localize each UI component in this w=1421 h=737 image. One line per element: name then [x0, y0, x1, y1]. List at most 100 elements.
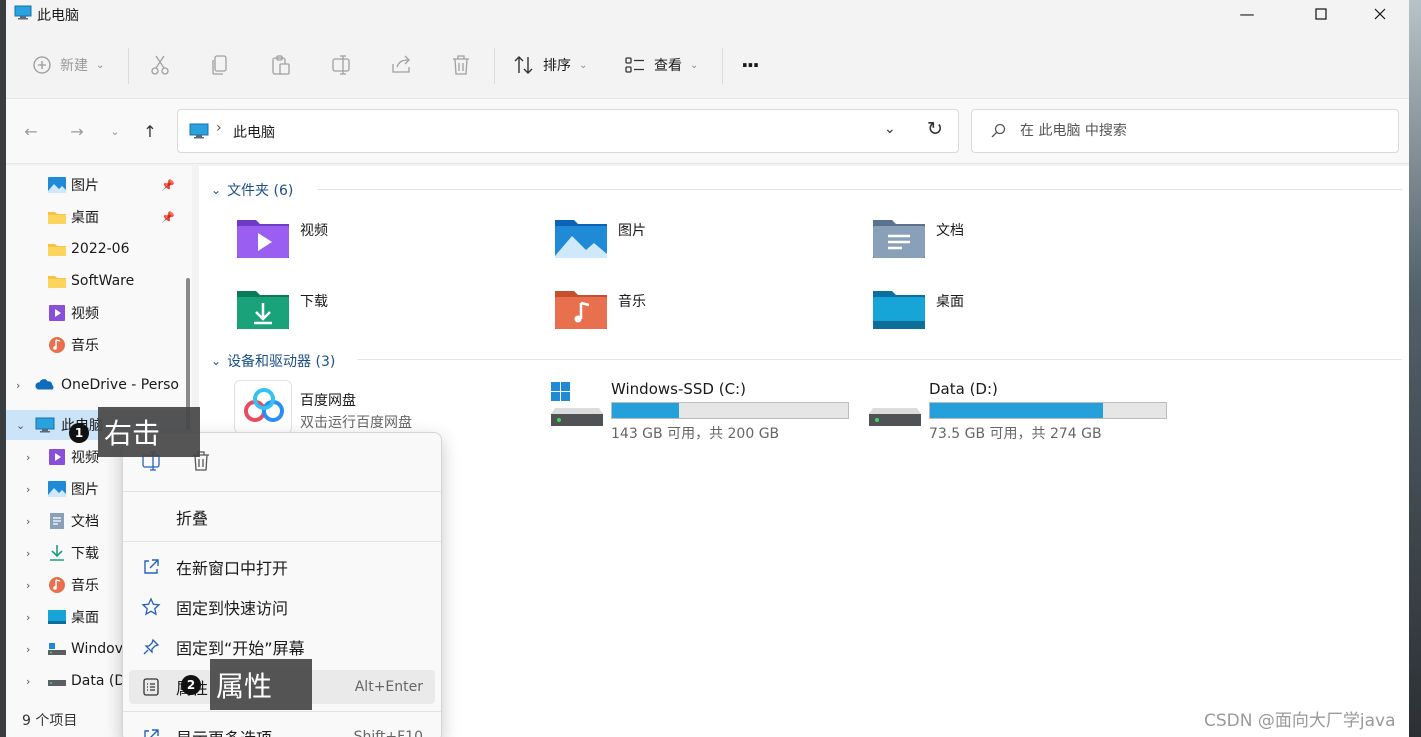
folders-header-label: 文件夹 (6) [227, 183, 294, 199]
this-pc-icon [189, 123, 209, 139]
recent-locations-button[interactable]: ⌄ [103, 119, 127, 143]
menu-item-label: 在新窗口中打开 [176, 559, 289, 578]
sidebar-item-label: 图片 [71, 482, 99, 498]
delete-button[interactable] [451, 40, 471, 90]
folder-videos[interactable]: 视频 [236, 216, 516, 260]
drive-space: 73.5 GB 可用，共 274 GB [929, 426, 1102, 442]
view-button[interactable]: 查看 ⌄ [624, 40, 698, 90]
step2-badge: 2 [181, 675, 201, 695]
forward-button[interactable]: → [65, 119, 89, 143]
chevron-down-icon: ⌄ [211, 183, 222, 197]
drive-name: Windows-SSD (C:) [611, 380, 746, 398]
menu-item-collapse[interactable]: 折叠 [129, 500, 435, 534]
sidebar-item-desktop[interactable]: 桌面 📌 [6, 202, 192, 232]
menu-item-label: 固定到快速访问 [176, 599, 289, 618]
sidebar-item-pictures[interactable]: 图片 📌 [6, 170, 192, 200]
pictures-folder-icon [555, 220, 607, 258]
refresh-icon[interactable]: ↻ [927, 118, 943, 140]
search-input[interactable] [1020, 121, 1380, 141]
folder-label: 视频 [300, 223, 328, 239]
desktop-icon [48, 610, 66, 624]
minimize-button[interactable]: — [1218, 0, 1276, 28]
view-label: 查看 [654, 58, 682, 74]
more-options-button[interactable]: ··· [741, 40, 760, 90]
sidebar-item-label: Data (D [71, 673, 126, 689]
chevron-right-icon[interactable]: › [16, 379, 20, 392]
sidebar-item-software[interactable]: SoftWare [6, 266, 192, 296]
drive-usage-bar [929, 402, 1167, 419]
folder-downloads[interactable]: 下载 [236, 287, 516, 331]
sidebar-item-onedrive[interactable]: › OneDrive - Perso [6, 370, 192, 400]
chevron-down-icon: ⌄ [96, 59, 105, 71]
menu-item-open-new-window[interactable]: 在新窗口中打开 [129, 550, 435, 584]
cut-button[interactable] [150, 40, 170, 90]
chevron-right-icon[interactable]: › [26, 483, 30, 496]
breadcrumb-this-pc[interactable]: 此电脑 [233, 122, 275, 142]
sidebar-item-label: 桌面 [71, 210, 99, 226]
menu-item-show-more[interactable]: 显示更多选项 Shift+F10 [129, 720, 435, 737]
minimize-icon: — [1239, 5, 1255, 23]
folder-pictures[interactable]: 图片 [554, 216, 834, 260]
sort-button[interactable]: 排序 ⌄ [513, 40, 587, 90]
open-external-icon [141, 727, 161, 737]
menu-item-label: 折叠 [176, 509, 209, 528]
toolbar-divider [128, 48, 129, 84]
folder-icon [48, 244, 66, 256]
paste-button[interactable] [271, 40, 291, 90]
chevron-right-icon[interactable]: › [26, 515, 30, 528]
sidebar-item-2022-06[interactable]: 2022-06 [6, 234, 192, 264]
downloads-folder-icon [237, 291, 289, 329]
pin-icon[interactable]: 📌 [161, 211, 175, 224]
sidebar-item-videos[interactable]: 视频 [6, 298, 192, 328]
this-pc-icon [35, 417, 55, 433]
paste-icon [272, 55, 290, 75]
copy-button[interactable] [211, 40, 229, 90]
menu-item-pin-quick-access[interactable]: 固定到快速访问 [129, 590, 435, 624]
drive-d[interactable]: Data (D:) 73.5 GB 可用，共 274 GB [867, 378, 1177, 442]
step1-callout: 右击 [98, 407, 200, 457]
close-icon [1374, 8, 1386, 20]
drive-name: Data (D:) [929, 380, 998, 398]
chevron-right-icon[interactable]: › [26, 451, 30, 464]
baidu-sub: 双击运行百度网盘 [300, 415, 412, 431]
sidebar-item-label: SoftWare [71, 273, 135, 289]
share-button[interactable] [391, 40, 413, 90]
search-box[interactable] [971, 109, 1399, 153]
drive-c[interactable]: Windows-SSD (C:) 143 GB 可用，共 200 GB [549, 378, 859, 442]
step1-text: 右击 [104, 417, 161, 450]
back-button[interactable]: ← [19, 119, 43, 143]
sidebar-item-label: 文档 [71, 514, 99, 530]
new-label: 新建 [60, 58, 88, 74]
chevron-right-icon[interactable]: › [26, 547, 30, 560]
new-button[interactable]: 新建 ⌄ [32, 40, 104, 90]
address-bar[interactable]: › 此电脑 ⌄ ↻ [177, 109, 959, 153]
folder-desktop[interactable]: 桌面 [872, 287, 1152, 331]
devices-section-header[interactable]: ⌄ 设备和驱动器 (3) [211, 351, 335, 371]
devices-header-label: 设备和驱动器 (3) [227, 354, 336, 370]
chevron-right-icon[interactable]: › [26, 675, 30, 688]
close-button[interactable] [1351, 0, 1409, 28]
rename-button[interactable] [331, 40, 353, 90]
sidebar-item-music[interactable]: 音乐 [6, 330, 192, 360]
folders-section-header[interactable]: ⌄ 文件夹 (6) [211, 180, 293, 200]
chevron-right-icon[interactable]: › [26, 579, 30, 592]
chevron-right-icon[interactable]: › [26, 643, 30, 656]
drive-icon [48, 643, 66, 655]
pin-icon[interactable]: 📌 [161, 179, 175, 192]
baidu-netdisk-icon [234, 380, 292, 434]
menu-item-label: 固定到“开始”屏幕 [176, 639, 305, 658]
folder-documents[interactable]: 文档 [872, 216, 1152, 260]
drive-usage-fill [930, 403, 1103, 418]
folder-music[interactable]: 音乐 [554, 287, 834, 331]
maximize-button[interactable] [1292, 0, 1350, 28]
baidu-netdisk[interactable]: 百度网盘 双击运行百度网盘 [234, 380, 514, 434]
chevron-right-icon[interactable]: › [26, 611, 30, 624]
address-dropdown-icon[interactable]: ⌄ [884, 121, 896, 137]
chevron-down-icon: ⌄ [579, 59, 588, 71]
star-icon [141, 597, 161, 617]
chevron-down-icon[interactable]: ⌄ [16, 419, 25, 432]
sidebar-item-label: 视频 [71, 450, 99, 466]
music-icon [49, 577, 65, 593]
drive-icon [48, 680, 66, 686]
up-button[interactable]: ↑ [138, 119, 162, 143]
